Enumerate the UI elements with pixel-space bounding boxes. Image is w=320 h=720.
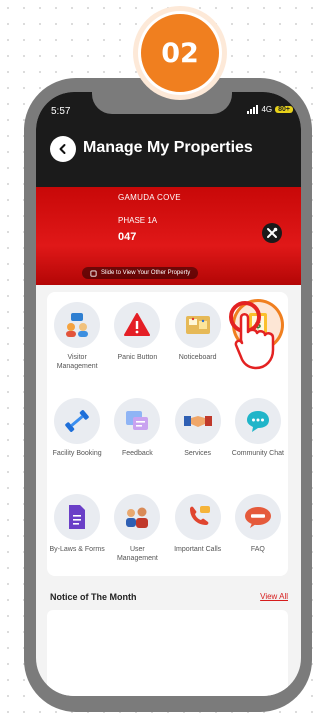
- menu-label: Facility Booking: [52, 450, 102, 457]
- menu-item-important-calls[interactable]: Important Calls: [168, 494, 228, 578]
- menu-item-by-laws-forms[interactable]: By-Laws & Forms: [47, 494, 107, 578]
- swipe-icon: [90, 269, 97, 277]
- battery-icon: 80+: [275, 106, 293, 113]
- step-badge: 02: [133, 6, 227, 100]
- visitor-icon: [66, 313, 89, 337]
- document-icon: [69, 505, 86, 529]
- menu-label: Panic Button: [117, 354, 158, 361]
- notice-title: Notice of The Month: [50, 592, 137, 602]
- status-time: 5:57: [51, 106, 71, 117]
- faq-icon: [244, 507, 271, 528]
- status-icons: 4G 80+: [247, 105, 293, 114]
- property-phase: PHASE 1A: [118, 216, 158, 225]
- feedback-icon: [126, 411, 149, 430]
- slide-hint[interactable]: Slide to View Your Other Property: [82, 267, 199, 279]
- page-title: Manage My Properties: [83, 139, 253, 156]
- menu-label: User Management: [116, 546, 158, 562]
- menu-label: Community Chat: [231, 450, 284, 457]
- menu-label: Important Calls: [174, 546, 222, 553]
- phone-screen: 5:57 4G 80+ Manage My Properties GAMUDA …: [36, 92, 301, 696]
- view-all-link[interactable]: View All: [260, 592, 288, 601]
- menu-item-noticeboard[interactable]: Noticeboard: [168, 302, 228, 386]
- warning-icon: [124, 313, 151, 336]
- menu-item-feedback[interactable]: Feedback: [107, 398, 167, 482]
- noticeboard-icon: [185, 316, 210, 334]
- menu-item-visitor-management[interactable]: Visitor Management: [47, 302, 107, 386]
- menu-label: Visitor Management: [56, 354, 98, 370]
- menu-item-community-chat[interactable]: Community Chat: [228, 398, 288, 482]
- tools-icon: [267, 227, 278, 238]
- phone-icon: [189, 506, 210, 525]
- users-icon: [126, 507, 149, 528]
- property-unit: 047: [118, 231, 137, 243]
- chat-icon: [246, 411, 269, 432]
- step-number: 02: [138, 11, 222, 95]
- menu-label: Services: [184, 450, 212, 457]
- menu-item-facility-booking[interactable]: Facility Booking: [47, 398, 107, 482]
- dumbbell-icon: [65, 410, 89, 432]
- app-header: 5:57 4G 80+ Manage My Properties: [36, 92, 301, 187]
- menu-label: Noticeboard: [178, 354, 217, 361]
- slide-hint-text: Slide to View Your Other Property: [101, 270, 191, 276]
- back-button[interactable]: [50, 136, 76, 162]
- property-settings-button[interactable]: [262, 223, 282, 243]
- signal-icon: [247, 105, 259, 114]
- menu-label: Feedback: [122, 450, 153, 457]
- menu-label: FAQ: [250, 546, 265, 553]
- notice-content: [47, 610, 288, 696]
- chevron-left-icon: [59, 144, 66, 154]
- menu-item-panic-button[interactable]: Panic Button: [107, 302, 167, 386]
- menu-item-services[interactable]: Services: [168, 398, 228, 482]
- property-name: GAMUDA COVE: [118, 193, 181, 202]
- tap-hand-icon: [229, 301, 275, 370]
- menu-item-faq[interactable]: FAQ: [228, 494, 288, 578]
- phone-frame: 5:57 4G 80+ Manage My Properties GAMUDA …: [24, 78, 312, 712]
- menu-label: By-Laws & Forms: [49, 546, 105, 553]
- property-card[interactable]: GAMUDA COVE PHASE 1A 047 Slide to View Y…: [36, 187, 301, 285]
- network-label: 4G: [261, 105, 273, 114]
- menu-item-user-management[interactable]: User Management: [107, 494, 167, 578]
- handshake-icon: [183, 416, 212, 427]
